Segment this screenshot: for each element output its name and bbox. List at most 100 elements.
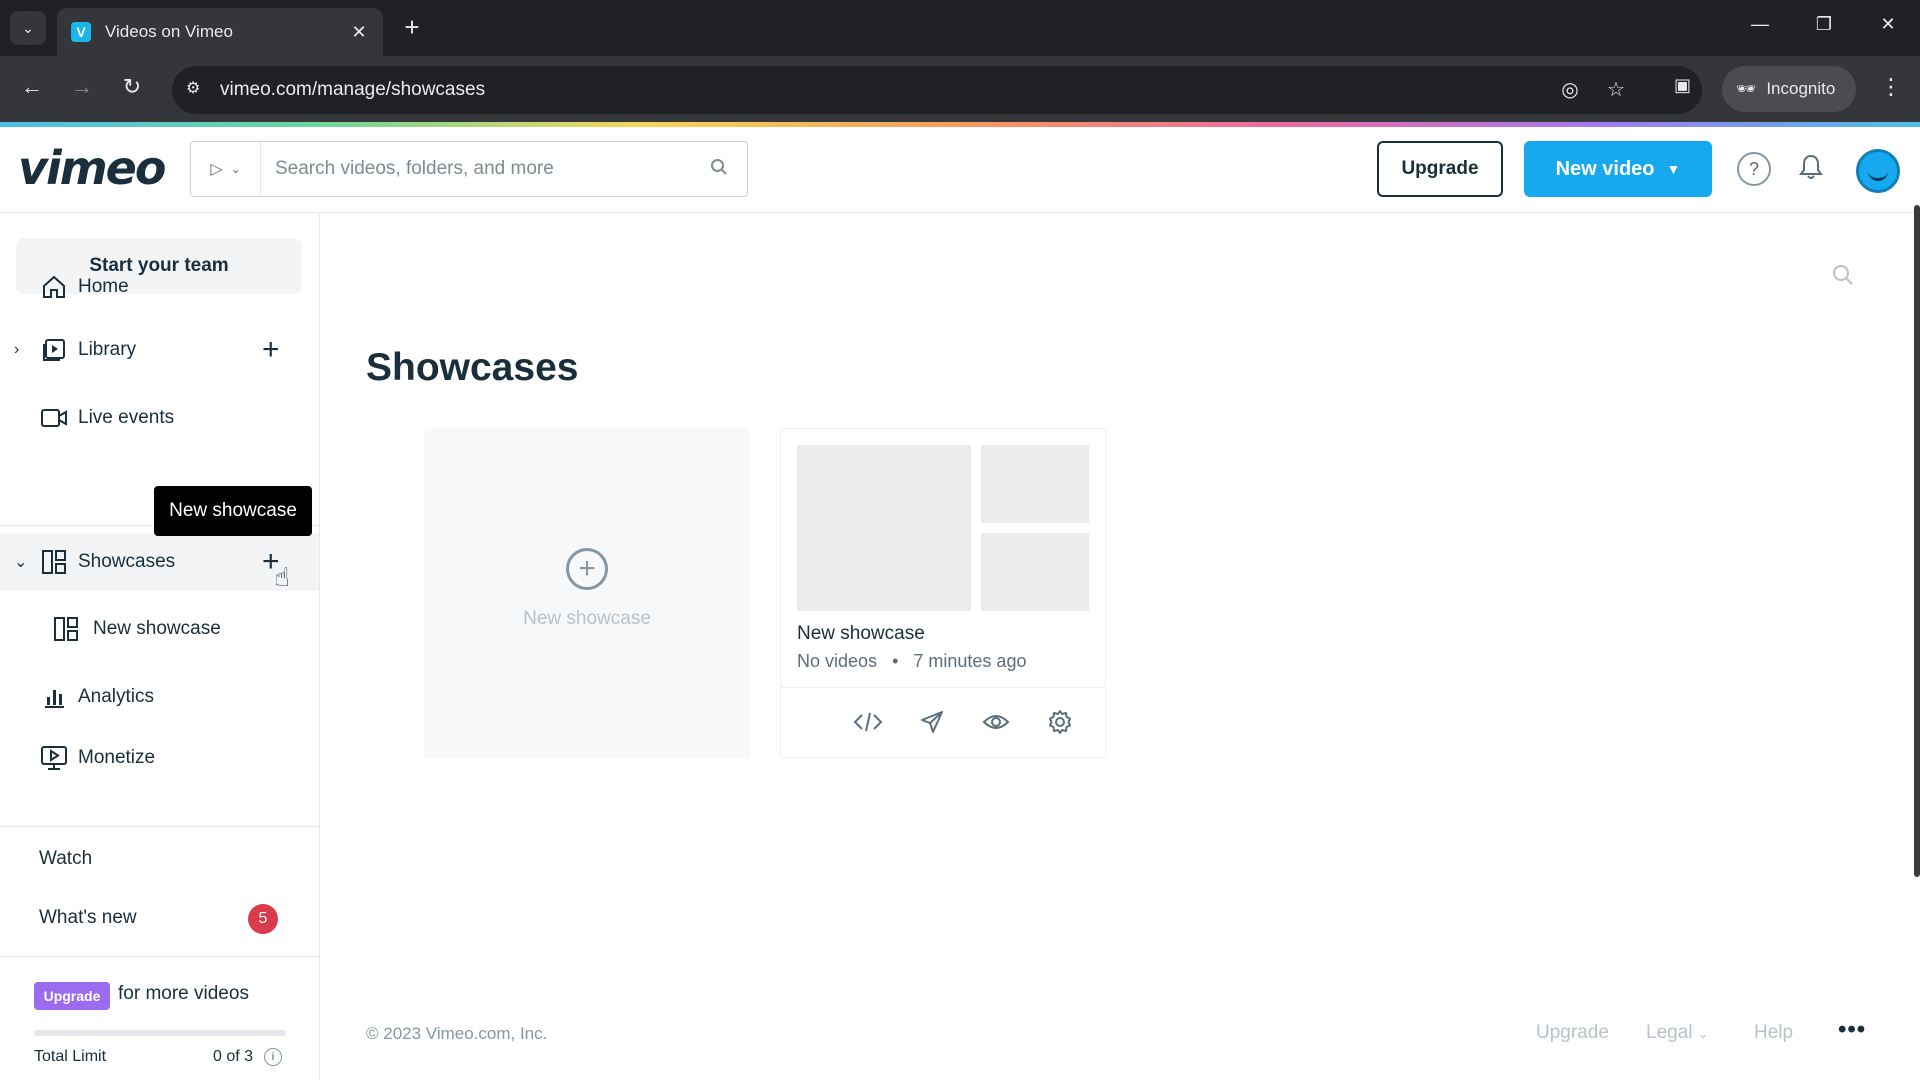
tab-title: Videos on Vimeo	[105, 22, 233, 41]
sidebar-item-label: Showcases	[78, 551, 176, 572]
footer-help-link[interactable]: Help	[1754, 1022, 1793, 1044]
vimeo-logo[interactable]: vimeo	[18, 141, 166, 195]
library-icon	[40, 336, 68, 364]
embed-code-icon[interactable]	[851, 705, 885, 739]
restore-icon[interactable]: ❐	[1804, 14, 1844, 35]
footer-legal-link[interactable]: Legal ⌄	[1646, 1022, 1709, 1044]
add-library-icon[interactable]: +	[262, 333, 280, 367]
page-title: Showcases	[366, 346, 579, 389]
new-video-label: New video	[1555, 157, 1655, 180]
sidebar-item-home[interactable]: Home	[0, 258, 319, 316]
back-icon[interactable]: ←	[16, 74, 48, 100]
sidebar-item-library[interactable]: › Library +	[0, 321, 319, 379]
chevron-down-icon: ⌄	[230, 162, 241, 176]
showcase-title[interactable]: New showcase	[797, 623, 925, 645]
add-circle-icon: +	[566, 548, 608, 590]
browser-tab[interactable]: V Videos on Vimeo ✕	[57, 8, 383, 56]
showcase-icon	[40, 548, 68, 576]
settings-gear-icon[interactable]	[1043, 705, 1077, 739]
bookmark-star-icon[interactable]: ☆	[1602, 77, 1630, 102]
search-scope-dropdown[interactable]: ▷ ⌄	[191, 142, 261, 196]
new-showcase-tooltip: New showcase	[154, 486, 312, 536]
camera-icon	[40, 404, 68, 432]
forward-icon[interactable]: →	[66, 74, 98, 100]
new-showcase-card-label: New showcase	[523, 608, 651, 629]
more-options-icon[interactable]: •••	[1838, 1016, 1866, 1044]
tab-search-button[interactable]: ⌄	[10, 11, 46, 45]
chevron-down-icon: ⌄	[1697, 1026, 1709, 1041]
chevron-down-icon: ⌄	[22, 19, 34, 36]
preview-eye-icon[interactable]	[979, 705, 1013, 739]
whats-new-badge: 5	[248, 904, 278, 934]
sidebar-item-whats-new[interactable]: What's new	[39, 907, 137, 929]
total-limit-count: 0 of 3	[213, 1048, 254, 1065]
sidebar-item-live-events[interactable]: Live events	[0, 389, 319, 447]
browser-menu-icon[interactable]: ⋮	[1880, 74, 1902, 100]
site-info-icon[interactable]: ⚙	[186, 78, 200, 98]
incognito-indicator[interactable]: 🕶 Incognito	[1722, 66, 1856, 112]
search-input[interactable]	[261, 158, 691, 180]
page-scrollbar[interactable]	[1914, 205, 1920, 877]
help-icon[interactable]: ?	[1737, 152, 1771, 186]
meta-separator: •	[882, 651, 909, 671]
sidebar-divider	[0, 826, 319, 827]
notifications-bell-icon[interactable]	[1794, 153, 1828, 187]
footer-copyright: © 2023 Vimeo.com, Inc.	[366, 1024, 548, 1043]
showcase-thumbnail[interactable]	[981, 533, 1089, 611]
chevron-right-icon[interactable]: ›	[14, 341, 19, 359]
video-library-icon: ▷	[210, 161, 223, 178]
vimeo-favicon-icon: V	[71, 22, 91, 42]
url-text[interactable]: vimeo.com/manage/showcases	[220, 79, 485, 101]
sidebar-item-showcases[interactable]: ⌄ Showcases +	[0, 533, 319, 591]
sidebar-item-new-showcase[interactable]: New showcase	[0, 600, 319, 658]
sidebar-item-analytics[interactable]: Analytics	[0, 668, 319, 726]
sidebar-item-label: Analytics	[78, 686, 155, 707]
new-showcase-card[interactable]: + New showcase	[424, 428, 750, 758]
share-send-icon[interactable]	[915, 705, 949, 739]
chevron-down-icon: ▼	[1666, 161, 1681, 177]
browser-tab-bar: ⌄ V Videos on Vimeo ✕ + — ❐ ✕	[0, 0, 1920, 56]
total-limit-label: Total Limit	[34, 1048, 107, 1065]
showcase-thumbnail[interactable]	[797, 445, 971, 611]
sidebar-divider	[0, 956, 319, 957]
sidebar-item-label: Live events	[78, 407, 175, 428]
new-video-button[interactable]: New video ▼	[1524, 141, 1712, 197]
address-bar[interactable]: ⚙ vimeo.com/manage/showcases ◎ ☆	[172, 66, 1702, 114]
total-limit-progress	[34, 1030, 286, 1036]
showcase-card[interactable]: New showcase No videos • 7 minutes ago	[780, 428, 1106, 758]
search-box: ▷ ⌄	[190, 141, 748, 197]
minimize-icon[interactable]: —	[1740, 14, 1780, 35]
showcase-meta: No videos • 7 minutes ago	[797, 651, 1026, 672]
incognito-icon: 🕶	[1736, 81, 1757, 98]
search-icon[interactable]	[691, 158, 747, 181]
footer-upgrade-link[interactable]: Upgrade	[1536, 1022, 1609, 1044]
reload-icon[interactable]: ↻	[116, 74, 148, 100]
showcase-updated-time: 7 minutes ago	[913, 651, 1027, 671]
showcase-thumbnail[interactable]	[981, 445, 1089, 523]
vimeo-header: vimeo ▷ ⌄ Upgrade New video ▼ ?	[0, 127, 1920, 213]
showcase-icon	[52, 615, 80, 643]
incognito-label: Incognito	[1766, 79, 1836, 98]
upgrade-chip[interactable]: Upgrade	[34, 982, 110, 1010]
side-panel-icon[interactable]: ▣	[1674, 75, 1691, 96]
home-icon	[40, 273, 68, 301]
sidebar-item-label: Library	[78, 339, 137, 360]
new-tab-button[interactable]: +	[398, 12, 426, 43]
info-icon[interactable]: i	[264, 1048, 282, 1066]
footer-legal-label: Legal	[1646, 1022, 1693, 1043]
upgrade-button[interactable]: Upgrade	[1377, 141, 1503, 197]
monetize-icon	[40, 744, 68, 772]
eye-off-icon[interactable]: ◎	[1556, 77, 1584, 102]
sidebar-item-monetize[interactable]: Monetize	[0, 729, 319, 787]
window-close-icon[interactable]: ✕	[1868, 14, 1908, 35]
pointer-cursor-icon: ☝	[274, 562, 290, 592]
user-avatar[interactable]	[1856, 149, 1900, 193]
search-icon[interactable]	[1832, 264, 1854, 292]
close-icon[interactable]: ✕	[349, 22, 369, 43]
showcase-video-count: No videos	[797, 651, 878, 671]
analytics-icon	[40, 683, 68, 711]
sidebar-item-watch[interactable]: Watch	[39, 848, 92, 870]
chevron-down-icon[interactable]: ⌄	[14, 552, 27, 572]
browser-toolbar: ← → ↻ ⚙ vimeo.com/manage/showcases ◎ ☆ ▣…	[0, 56, 1920, 124]
sidebar: Start your team Home › Library + Live ev…	[0, 214, 320, 1080]
